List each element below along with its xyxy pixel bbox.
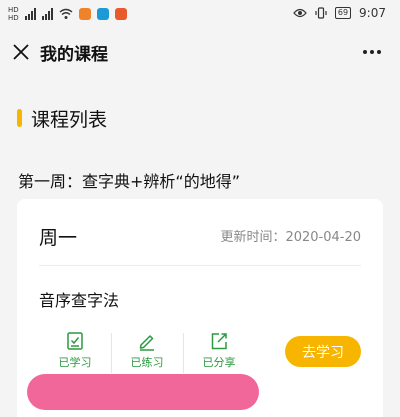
go-study-button[interactable]: 去学习 [285, 336, 361, 367]
section-accent-bar [17, 109, 22, 127]
hd-label: HD [8, 6, 19, 14]
battery-icon: 69 [334, 7, 352, 19]
week-title: 第一周：查字典+辨析“的地得” [18, 172, 240, 191]
day-label: 周一 [39, 227, 78, 249]
signal-icon [24, 8, 36, 20]
redaction-mark [27, 374, 259, 410]
nav-bar: 我的课程 [0, 28, 400, 76]
page-title: 我的课程 [40, 45, 108, 65]
action-label: 已分享 [202, 356, 236, 369]
hd-label: HD [8, 14, 19, 22]
app-notification-icon [114, 8, 127, 20]
status-bar: HD HD 69 9:07 [0, 0, 400, 28]
clock: 9:07 [359, 6, 386, 20]
hd-indicator: HD HD [8, 6, 19, 22]
section-title: 课程列表 [31, 109, 108, 131]
action-label: 已学习 [58, 356, 92, 369]
vibrate-icon [315, 7, 327, 19]
lesson-actions: 已学习 已练习 已分享 [39, 327, 255, 375]
app-notification-icon [96, 8, 109, 20]
action-label: 已练习 [130, 356, 164, 369]
lesson-name[interactable]: 音序查字法 [39, 287, 119, 311]
app-notification-icon [78, 8, 91, 20]
divider [39, 265, 361, 266]
action-practiced[interactable]: 已练习 [111, 327, 183, 375]
close-icon[interactable] [12, 43, 30, 61]
update-time: 更新时间：2020-04-20 [220, 230, 361, 245]
wifi-icon [59, 8, 73, 19]
study-icon [67, 332, 83, 350]
more-icon[interactable] [362, 42, 382, 62]
share-icon [211, 333, 227, 350]
action-studied[interactable]: 已学习 [39, 327, 111, 375]
pencil-icon [139, 335, 154, 351]
eye-icon [293, 8, 307, 18]
action-shared[interactable]: 已分享 [183, 327, 255, 375]
signal-icon [41, 8, 53, 20]
